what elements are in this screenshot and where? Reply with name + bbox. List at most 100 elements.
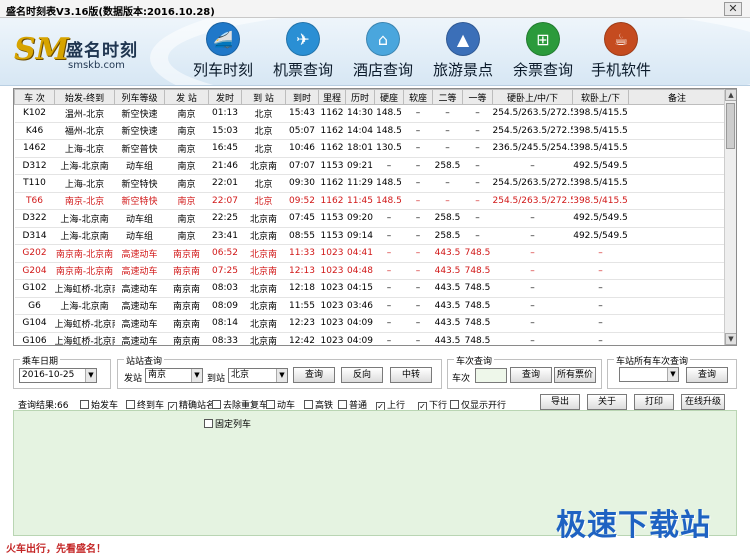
station-query-button[interactable]: 查询 [686,367,728,383]
fixed-train-label: 固定列车 [215,420,252,430]
vertical-scrollbar[interactable]: ▲ ▼ [724,89,736,345]
column-header[interactable]: 车 次 [14,89,55,105]
all-prices-button[interactable]: 所有票价 [554,367,596,383]
train-query-button[interactable]: 查询 [510,367,552,383]
table-cell: 05:07 [285,122,319,140]
station-select[interactable]: ▼ [619,367,679,382]
table-cell: – [492,244,573,263]
table-row[interactable]: T66 南京-北京 新空特快 南京 22:07 北京 09:52 1162 11:45 148.5… [14,192,726,210]
status-text: 火车出行，先看盛名！ [6,544,106,555]
train-number-input[interactable] [475,368,507,383]
table-cell: 高速动车 [114,262,165,280]
column-header[interactable]: 软卧上/下 [572,89,629,105]
nav-ticket-availability[interactable]: ⊞ 余票查询 [502,18,584,85]
table-row[interactable]: G102 上海虹桥-北京南 高速动车 南京南 08:03 北京南 12:18 1023 04:1… [14,279,726,298]
query-button[interactable]: 查询 [293,367,335,383]
checkbox-box[interactable] [204,419,213,428]
column-header[interactable]: 列车等级 [114,89,165,105]
table-cell: 南京南 [164,314,209,333]
column-header[interactable]: 发时 [208,89,242,105]
column-header[interactable]: 到 站 [241,89,286,105]
scroll-down-icon[interactable]: ▼ [725,333,736,345]
to-station-select[interactable]: 北京 ▼ [228,368,288,383]
column-header[interactable]: 备注 [628,89,726,105]
nav-train-schedule[interactable]: 🚄 列车时刻 [182,18,264,85]
column-header[interactable]: 历时 [345,89,375,105]
table-row[interactable]: K46 福州-北京 新空快速 南京 15:03 北京 05:07 1162 14:04 148.5… [14,122,726,140]
table-row[interactable]: D322 上海-北京南 动车组 南京 22:25 北京南 07:45 1153 09:20– –2… [14,209,726,228]
table-cell: 254.5/263.5/272.5 [492,192,573,210]
column-header[interactable]: 一等 [462,89,493,105]
table-cell: 148.5 [374,174,404,193]
scroll-thumb[interactable] [726,103,735,149]
checkbox-box[interactable] [126,400,135,409]
table-cell: 1162 [318,174,346,193]
train-results-grid[interactable]: 车 次始发-终到 列车等级发 站发时到 站到时 里程 历时 硬座 软座 二等 一等 硬卧上/中/… [13,88,737,346]
table-cell: K46 [14,122,55,140]
table-cell: 南京 [164,122,209,140]
from-station-select[interactable]: 南京 ▼ [145,368,203,383]
table-cell: – [572,314,629,333]
nav-label: 手机软件 [590,61,651,79]
table-cell: 748.5 [462,244,493,263]
column-header[interactable]: 里程 [318,89,346,105]
export-button[interactable]: 导出 [540,394,580,410]
fixed-train-checkbox[interactable]: 固定列车 [204,417,251,430]
column-header[interactable]: 硬座 [374,89,404,105]
about-button[interactable]: 关于 [587,394,627,410]
checkbox-box[interactable] [338,400,347,409]
checkbox-box[interactable] [212,400,221,409]
checkbox-box[interactable] [80,400,89,409]
scroll-up-icon[interactable]: ▲ [725,89,736,101]
table-row[interactable]: 1462 上海-北京 新空普快 南京 16:45 北京 10:46 1162 18:01 130.… [14,139,726,158]
date-picker[interactable]: 2016-10-25 ▼ [19,368,97,383]
print-button[interactable]: 打印 [634,394,674,410]
table-cell: 上海-北京 [54,139,115,158]
nav-label: 旅游景点 [432,61,493,79]
close-button[interactable]: ✕ [724,2,742,16]
table-cell: – [492,209,573,228]
table-row[interactable]: G104 上海虹桥-北京南 高速动车 南京南 08:14 北京南 12:23 1023 04:0… [14,314,726,333]
nav-tourist-spots[interactable]: ▲ 旅游景点 [422,18,504,85]
nav-hotel-query[interactable]: ⌂ 酒店查询 [342,18,424,85]
table-cell: 11:45 [345,192,375,210]
table-row[interactable]: T110 上海-北京 新空特快 南京 22:01 北京 09:30 1162 11:29 148.… [14,174,726,193]
table-row[interactable]: G106 上海虹桥-北京南 高速动车 南京南 08:33 北京南 12:42 1023 04:0… [14,332,726,345]
chevron-down-icon[interactable]: ▼ [667,368,678,381]
column-header[interactable]: 发 站 [164,89,209,105]
column-header[interactable]: 到时 [285,89,319,105]
table-cell: 南京 [164,157,209,175]
to-label: 到站 [207,374,226,384]
checkbox-box[interactable] [266,400,275,409]
nav-flight-query[interactable]: ✈ 机票查询 [262,18,344,85]
station-all-group-label: 车站所有车次查询 [614,354,691,367]
table-cell [628,192,726,210]
column-header[interactable]: 硬卧上/中/下 [492,89,573,105]
chevron-down-icon[interactable]: ▼ [85,369,96,382]
table-row[interactable]: G204 南京南-北京南 高速动车 南京南 07:25 北京南 12:13 1023 04:48… [14,262,726,280]
upgrade-button[interactable]: 在线升级 [681,394,725,410]
checkbox-box[interactable] [304,400,313,409]
table-cell [628,157,726,175]
checkbox-box[interactable] [450,400,459,409]
table-row[interactable]: K102 温州-北京 新空快速 南京 01:13 北京 15:43 1162 14:30 148.… [14,104,726,123]
table-row[interactable]: D312 上海-北京南 动车组 南京 21:46 北京南 07:07 1153 09:21– –2… [14,157,726,175]
column-header[interactable]: 软座 [403,89,433,105]
brand-logo: SM 盛名时刻 smskb.com [14,28,174,78]
table-cell: 09:21 [345,157,375,175]
table-row[interactable]: G202 南京南-北京南 高速动车 南京南 06:52 北京南 11:33 1023 04:41… [14,244,726,263]
nav-mobile-software[interactable]: ☕ 手机软件 [580,18,662,85]
column-header[interactable]: 始发-终到 [54,89,115,105]
chevron-down-icon[interactable]: ▼ [191,369,202,382]
java-icon: ☕ [604,22,638,56]
table-cell: 北京 [241,122,286,140]
landmark-icon: ▲ [446,22,480,56]
table-row[interactable]: D314 上海-北京南 动车组 南京 23:41 北京南 08:55 1153 09:14– –2… [14,227,726,245]
transfer-button[interactable]: 中转 [390,367,432,383]
table-row[interactable]: G6 上海-北京南 高速动车 南京南 08:09 北京南 11:55 1023 03:46– –4… [14,297,726,315]
table-cell: 动车组 [114,227,165,245]
column-header[interactable]: 二等 [432,89,463,105]
reverse-button[interactable]: 反向 [341,367,383,383]
chevron-down-icon[interactable]: ▼ [276,369,287,382]
table-cell: 14:04 [345,122,375,140]
